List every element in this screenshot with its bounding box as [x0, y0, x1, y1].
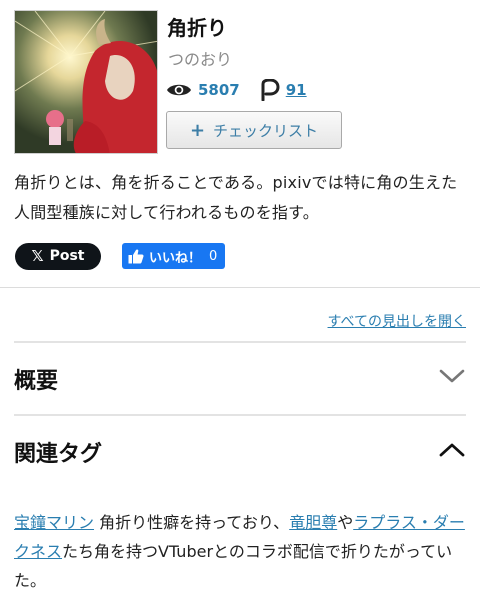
- pixpedia-count-link[interactable]: 91: [286, 81, 307, 99]
- checklist-button-label: チェックリスト: [213, 121, 319, 140]
- x-post-button[interactable]: 𝕏 Post: [15, 242, 101, 270]
- like-count: 0: [209, 248, 218, 264]
- pixpedia-p-icon: [260, 79, 280, 101]
- thumbnail-illustration: [15, 11, 157, 153]
- plus-icon: +: [189, 119, 206, 141]
- section-heading-overview[interactable]: 概要: [14, 363, 58, 395]
- section-separator: [14, 414, 466, 416]
- related-text-2: や: [337, 513, 354, 532]
- add-to-checklist-button[interactable]: + チェックリスト: [166, 111, 342, 149]
- tag-link-houshou-marine[interactable]: 宝鐘マリン: [14, 513, 94, 532]
- article-reading: つのおり: [168, 50, 233, 69]
- x-post-label: Post: [49, 248, 85, 264]
- related-text-1: 角折り性癖を持っており、: [94, 513, 290, 532]
- section-separator: [14, 341, 466, 343]
- article-header: 角折り つのおり 5807 91 + チェックリスト: [0, 0, 480, 160]
- article-stats: 5807 91: [166, 78, 307, 102]
- thumbs-up-icon: [128, 248, 144, 264]
- article-thumbnail[interactable]: [14, 10, 158, 154]
- related-text-3: たち角を持つVTuberとのコラボ配信で折りたがっていた。: [14, 542, 453, 590]
- like-label: いいね！: [149, 250, 202, 266]
- chevron-up-icon[interactable]: [438, 440, 466, 464]
- open-all-headings-link[interactable]: すべての見出しを開く: [328, 311, 466, 331]
- like-button[interactable]: いいね！ 0: [122, 243, 226, 269]
- related-tags-paragraph: 宝鐘マリン 角折り性癖を持っており、竜胆尊やラプラス・ダークネスたち角を持つVT…: [14, 508, 470, 595]
- view-count: 5807: [198, 81, 240, 99]
- divider: [0, 287, 480, 288]
- x-logo-icon: 𝕏: [31, 247, 44, 265]
- chevron-down-icon[interactable]: [438, 366, 466, 390]
- eye-icon: [166, 82, 192, 98]
- article-summary: 角折りとは、角を折ることである。pixivでは特に角の生えた人間型種族に対して行…: [14, 173, 458, 222]
- article-title: 角折り: [167, 16, 227, 40]
- tag-link-rindou-mikoto[interactable]: 竜胆尊: [289, 513, 337, 532]
- section-heading-related-tags[interactable]: 関連タグ: [14, 436, 102, 468]
- share-bar: 𝕏 Post いいね！ 0: [15, 242, 226, 270]
